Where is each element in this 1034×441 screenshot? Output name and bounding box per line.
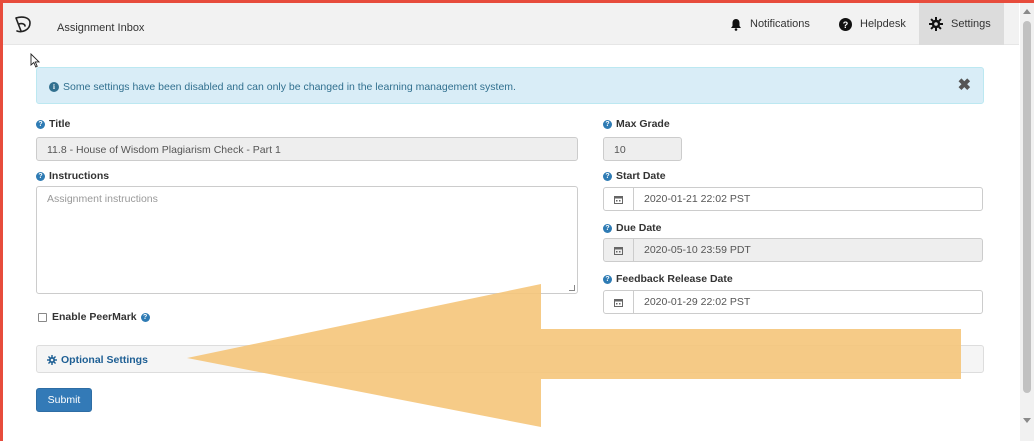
peermark-checkbox-row[interactable]: Enable PeerMark ? — [38, 311, 154, 323]
calendar-icon[interactable] — [604, 291, 634, 313]
calendar-icon[interactable] — [604, 239, 634, 261]
due-date-input[interactable]: 2020-05-10 23:59 PDT — [603, 238, 983, 262]
settings-link[interactable]: Settings — [919, 3, 1004, 45]
optional-settings-toggle[interactable]: Optional Settings — [47, 354, 148, 366]
start-date-label-text: Start Date — [616, 170, 666, 182]
app-title[interactable]: Assignment Inbox — [57, 22, 144, 34]
start-date-label: ? Start Date — [603, 170, 666, 182]
optional-settings-panel[interactable]: Optional Settings — [36, 345, 984, 373]
scroll-down-icon[interactable] — [1023, 418, 1031, 423]
logo-icon[interactable] — [12, 15, 34, 35]
question-circle-icon: ? — [839, 17, 852, 31]
info-icon: i — [49, 82, 59, 92]
settings-label: Settings — [951, 18, 991, 30]
calendar-icon[interactable] — [604, 188, 634, 210]
info-alert: i Some settings have been disabled and c… — [36, 67, 984, 104]
due-date-label: ? Due Date — [603, 222, 662, 234]
gear-icon — [929, 17, 943, 31]
title-label: ? Title — [36, 118, 70, 130]
max-grade-label: ? Max Grade — [603, 118, 670, 130]
start-date-input[interactable]: 2020-01-21 22:02 PST — [603, 187, 983, 211]
helpdesk-label: Helpdesk — [860, 18, 906, 30]
help-icon[interactable]: ? — [36, 119, 45, 129]
scroll-up-icon[interactable] — [1023, 9, 1031, 14]
alert-message: Some settings have been disabled and can… — [63, 81, 516, 93]
resize-handle[interactable] — [569, 285, 575, 291]
help-icon[interactable]: ? — [140, 312, 150, 322]
instructions-textarea[interactable]: Assignment instructions — [36, 186, 578, 294]
bell-icon — [731, 18, 741, 31]
help-icon[interactable]: ? — [36, 171, 45, 181]
help-icon[interactable]: ? — [603, 119, 612, 129]
feedback-date-input[interactable]: 2020-01-29 22:02 PST — [603, 290, 983, 314]
top-navbar: Assignment Inbox Notifications ? Helpdes… — [3, 3, 1019, 45]
instructions-label-text: Instructions — [49, 170, 110, 182]
svg-text:?: ? — [843, 20, 849, 30]
due-date-value: 2020-05-10 23:59 PDT — [644, 244, 751, 256]
feedback-date-label: ? Feedback Release Date — [603, 273, 733, 285]
peermark-label: Enable PeerMark — [52, 311, 137, 323]
cursor-icon — [30, 53, 40, 68]
helpdesk-link[interactable]: ? Helpdesk — [839, 3, 906, 45]
optional-settings-label: Optional Settings — [61, 354, 148, 366]
help-icon[interactable]: ? — [603, 223, 612, 233]
close-icon[interactable]: ✖ — [958, 78, 971, 94]
notifications-link[interactable]: Notifications — [730, 3, 810, 45]
scroll-thumb[interactable] — [1023, 21, 1031, 393]
vertical-scrollbar[interactable] — [1020, 3, 1034, 441]
feedback-date-value: 2020-01-29 22:02 PST — [644, 296, 751, 308]
instructions-label: ? Instructions — [36, 170, 109, 182]
submit-button[interactable]: Submit — [36, 388, 92, 412]
help-icon[interactable]: ? — [603, 171, 612, 181]
title-input[interactable]: 11.8 - House of Wisdom Plagiarism Check … — [36, 137, 578, 161]
app-frame: Assignment Inbox Notifications ? Helpdes… — [3, 3, 1034, 441]
notifications-label: Notifications — [750, 18, 810, 30]
peermark-checkbox[interactable] — [38, 312, 47, 322]
cog-icon — [47, 355, 57, 365]
feedback-date-label-text: Feedback Release Date — [616, 273, 733, 285]
max-grade-input[interactable]: 10 — [603, 137, 682, 161]
instructions-placeholder: Assignment instructions — [47, 193, 158, 205]
start-date-value: 2020-01-21 22:02 PST — [644, 193, 751, 205]
due-date-label-text: Due Date — [616, 222, 662, 234]
max-grade-label-text: Max Grade — [616, 118, 670, 130]
help-icon[interactable]: ? — [603, 274, 612, 284]
title-label-text: Title — [49, 118, 71, 130]
